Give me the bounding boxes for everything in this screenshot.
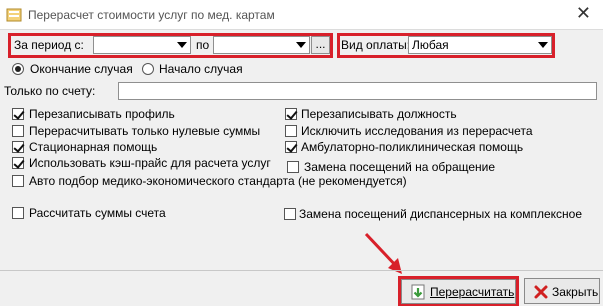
payment-value: Любая — [412, 38, 449, 52]
account-only-input[interactable] — [118, 82, 597, 100]
checkbox-exclude-research-label: Исключить исследования из перерасчета — [301, 124, 533, 138]
radio-case-end[interactable] — [12, 63, 24, 75]
radio-case-end-label: Окончание случая — [30, 62, 133, 76]
checkbox-outpatient-label: Амбулаторно-поликлиническая помощь — [301, 140, 524, 154]
checkbox-outpatient[interactable] — [285, 141, 297, 153]
checkbox-visits-to-appeal[interactable] — [287, 161, 299, 173]
payment-label: Вид оплаты: — [341, 38, 411, 52]
checkbox-auto-standard-label: Авто подбор медико-экономического станда… — [29, 174, 407, 188]
recalc-button[interactable]: Перерасчитать — [401, 279, 516, 304]
radio-case-start[interactable] — [142, 63, 154, 75]
close-button-label: Закрыть — [552, 285, 599, 299]
title-bar: Перерасчет стоимости услуг по мед. карта… — [0, 0, 603, 30]
close-window-icon[interactable]: ✕ — [576, 3, 591, 24]
checkbox-inpatient-label: Стационарная помощь — [29, 140, 158, 154]
checkbox-cache-price[interactable] — [12, 157, 24, 169]
checkbox-overwrite-profile-label: Перезаписывать профиль — [29, 107, 175, 121]
checkbox-dispensary-to-complex-label: Замена посещений диспансерных на комплек… — [299, 207, 583, 221]
period-to-label: по — [196, 38, 210, 52]
period-from-select[interactable] — [93, 36, 191, 54]
footer-separator — [0, 270, 603, 271]
checkbox-cache-price-label: Использовать кэш-прайс для расчета услуг — [29, 156, 271, 170]
recalc-icon — [411, 284, 425, 300]
app-icon — [6, 8, 22, 22]
recalc-button-label: Перерасчитать — [430, 285, 515, 299]
radio-case-start-label: Начало случая — [159, 62, 243, 76]
account-only-label: Только по счету: — [4, 84, 96, 98]
checkbox-dispensary-to-complex[interactable] — [284, 208, 296, 220]
window-title: Перерасчет стоимости услуг по мед. карта… — [28, 8, 275, 22]
checkbox-auto-standard[interactable] — [12, 175, 24, 187]
chevron-down-icon — [538, 42, 548, 48]
chevron-down-icon — [296, 42, 306, 48]
checkbox-exclude-research[interactable] — [285, 125, 297, 137]
period-to-select[interactable] — [213, 36, 310, 54]
checkbox-inpatient[interactable] — [12, 141, 24, 153]
checkbox-visits-to-appeal-label: Замена посещений на обращение — [304, 160, 496, 174]
chevron-down-icon — [177, 42, 187, 48]
checkbox-calc-account-sums[interactable] — [12, 207, 24, 219]
close-icon — [534, 285, 548, 299]
payment-select[interactable]: Любая — [408, 36, 552, 54]
checkbox-overwrite-profile[interactable] — [12, 108, 24, 120]
period-picker-button[interactable]: ... — [311, 36, 330, 54]
period-from-label: За период с: — [14, 38, 84, 52]
close-button[interactable]: Закрыть — [524, 278, 600, 304]
checkbox-overwrite-position-label: Перезаписывать должность — [301, 107, 457, 121]
checkbox-overwrite-position[interactable] — [285, 108, 297, 120]
checkbox-calc-account-sums-label: Рассчитать суммы счета — [29, 206, 166, 220]
checkbox-only-zero-sums[interactable] — [12, 125, 24, 137]
checkbox-only-zero-sums-label: Перерасчитывать только нулевые суммы — [29, 124, 261, 138]
